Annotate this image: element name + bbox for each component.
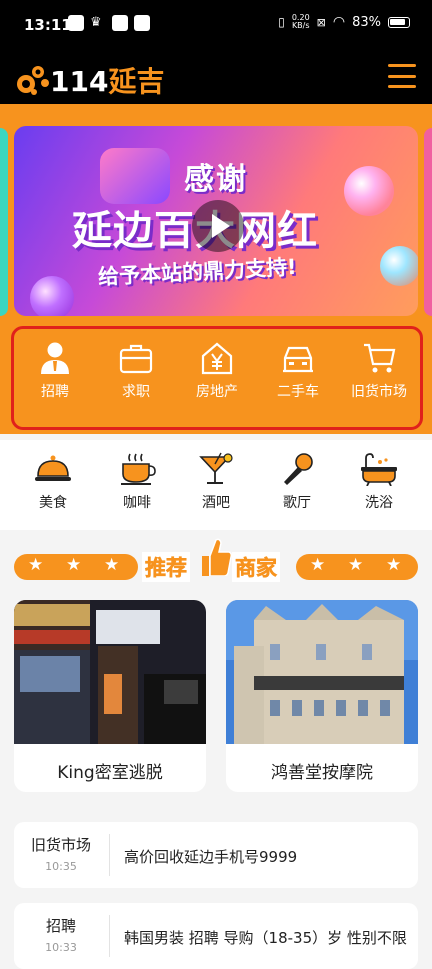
banner-bubble <box>344 166 394 216</box>
notification-app-icon <box>134 15 150 31</box>
merchant-photo <box>226 600 418 744</box>
news-divider <box>109 915 110 957</box>
title-star-bar-left: ★ ★ ★ <box>14 554 138 580</box>
notification-app-icon <box>112 15 128 31</box>
status-right: ▯ 0.20 KB/s ⊠ ◠ 83% <box>278 14 410 30</box>
category-karaoke[interactable]: 歌厅 <box>256 452 338 512</box>
category-label: 歌厅 <box>283 495 311 511</box>
notification-crown-icon: ♛ <box>90 15 102 30</box>
logo-text: 114延吉 <box>50 60 164 100</box>
car-icon <box>283 346 313 373</box>
news-divider <box>109 834 110 876</box>
coffee-cup-icon <box>121 453 156 485</box>
banner-crown-icon <box>100 148 170 204</box>
primary-categories: 招聘 求职 房地产 二手车 旧货市场 <box>11 326 423 430</box>
category-label: 求职 <box>122 384 150 400</box>
category-coffee[interactable]: 咖啡 <box>96 452 178 512</box>
category-label: 洗浴 <box>365 495 393 511</box>
category-real-estate[interactable]: 房地产 <box>176 341 258 401</box>
app-header: 114延吉 <box>0 52 432 104</box>
category-label: 美食 <box>39 495 67 511</box>
category-label: 旧货市场 <box>351 384 407 400</box>
category-label: 咖啡 <box>123 495 151 511</box>
star-icon: ★ <box>28 555 44 575</box>
status-time: 13:11 <box>24 16 72 34</box>
merchant-photo <box>14 600 206 744</box>
category-recruit[interactable]: 招聘 <box>14 341 96 401</box>
merchant-name: 鸿善堂按摩院 <box>271 763 373 783</box>
notification-icons: ♛ <box>68 15 150 31</box>
house-yen-icon <box>201 342 233 375</box>
status-bar: 13:11 ♛ ▯ 0.20 KB/s ⊠ ◠ 83% <box>0 0 432 52</box>
vibrate-icon: ▯ <box>278 15 285 29</box>
menu-bar <box>388 85 416 88</box>
star-icon: ★ <box>104 555 120 575</box>
menu-button[interactable] <box>388 64 416 88</box>
category-second-hand[interactable]: 旧货市场 <box>338 341 420 401</box>
news-text: 高价回收延边手机号9999 <box>124 848 298 866</box>
title-star-bar-right: ★ ★ ★ <box>296 554 418 580</box>
microphone-icon <box>284 453 313 485</box>
star-icon: ★ <box>348 555 364 575</box>
news-time: 10:33 <box>45 941 77 954</box>
banner-line-1: 感谢 <box>184 162 248 197</box>
logo-city: 延吉 <box>108 65 165 98</box>
category-label: 酒吧 <box>202 495 230 511</box>
carousel-prev-slide[interactable] <box>0 128 8 316</box>
news-category: 旧货市场 <box>30 836 91 854</box>
news-text: 韩国男装 招聘 导购（18-35）岁 性别不限 <box>124 929 407 947</box>
cocktail-icon <box>199 452 233 484</box>
category-used-car[interactable]: 二手车 <box>257 341 339 401</box>
play-button[interactable] <box>192 200 244 252</box>
category-food[interactable]: 美食 <box>12 452 94 512</box>
merchant-card[interactable]: King密室逃脱 <box>14 600 206 792</box>
thumbs-up-icon <box>202 538 232 576</box>
banner-line-3: 给予本站的鼎力支持! <box>97 254 298 290</box>
banner-carousel[interactable]: 感谢 延边百大网红 给予本站的鼎力支持! <box>14 126 418 316</box>
category-label: 招聘 <box>41 384 69 400</box>
star-icon: ★ <box>310 555 326 575</box>
title-left-text: 推荐 <box>142 552 190 582</box>
person-icon <box>41 342 69 374</box>
cart-icon <box>364 343 396 373</box>
category-bar[interactable]: 酒吧 <box>175 452 257 512</box>
news-category: 招聘 <box>45 917 76 935</box>
battery-percent: 83% <box>352 14 381 30</box>
category-label: 二手车 <box>277 384 319 400</box>
menu-bar <box>388 64 416 67</box>
title-right-text: 商家 <box>232 552 280 582</box>
category-bath[interactable]: 洗浴 <box>338 452 420 512</box>
category-jobseek[interactable]: 求职 <box>95 341 177 401</box>
banner-bubble <box>380 246 418 286</box>
menu-bar <box>388 74 416 78</box>
merchant-name: King密室逃脱 <box>57 763 163 783</box>
merchant-card[interactable]: 鸿善堂按摩院 <box>226 600 418 792</box>
star-icon: ★ <box>66 555 82 575</box>
net-speed-unit: KB/s <box>291 21 310 30</box>
wifi-icon: ◠ <box>332 14 346 30</box>
notification-app-icon <box>68 15 84 31</box>
secondary-categories: 美食 咖啡 酒吧 歌厅 洗浴 <box>0 440 432 530</box>
banner-bubble <box>30 276 74 316</box>
sim-icon: ⊠ <box>316 15 326 29</box>
title-center: 推荐 商家 <box>142 538 292 582</box>
news-item[interactable]: 旧货市场 10:35 高价回收延边手机号9999 <box>14 822 418 888</box>
net-speed: 0.20 KB/s <box>292 14 310 30</box>
recommended-merchants-title: ★ ★ ★ ★ ★ ★ 推荐 商家 <box>14 538 418 584</box>
food-cloche-icon <box>35 455 71 481</box>
battery-icon <box>388 16 410 28</box>
briefcase-icon <box>119 344 153 374</box>
star-icon: ★ <box>386 555 402 575</box>
news-time: 10:35 <box>45 860 77 873</box>
logo-number: 114 <box>50 65 109 98</box>
carousel-next-slide[interactable] <box>424 128 432 316</box>
category-label: 房地产 <box>196 384 238 400</box>
bathtub-icon <box>361 453 397 486</box>
logo-icon <box>17 66 49 95</box>
news-item[interactable]: 招聘 10:33 韩国男装 招聘 导购（18-35）岁 性别不限 <box>14 903 418 969</box>
